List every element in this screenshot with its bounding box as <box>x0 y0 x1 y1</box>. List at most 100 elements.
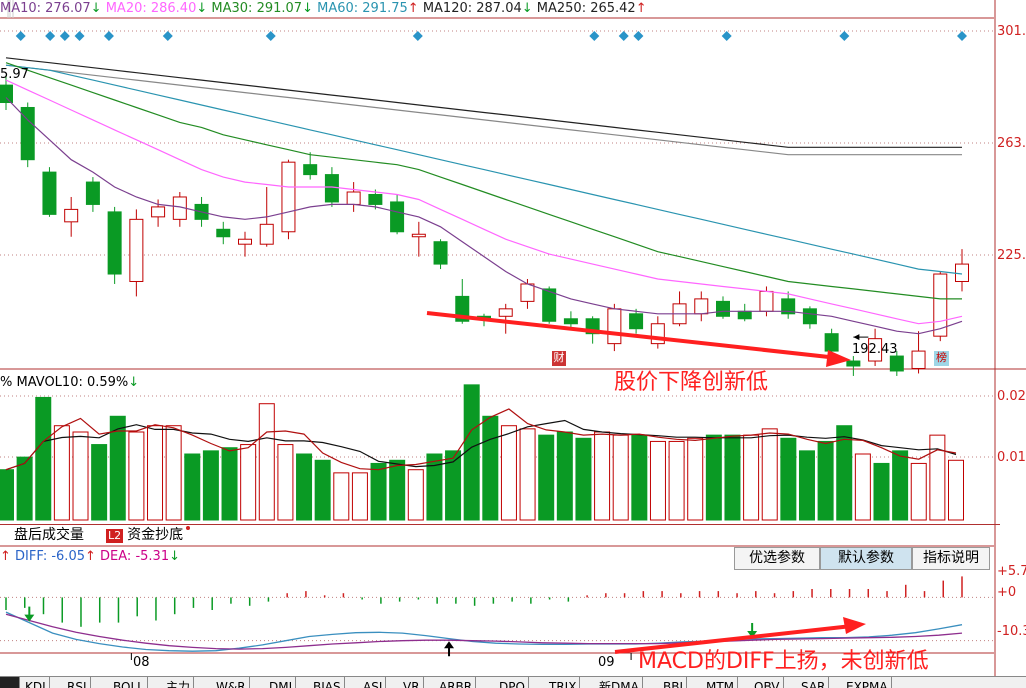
ma30-arrow-icon: ↓ <box>302 1 313 16</box>
volume-bar-down <box>817 440 834 521</box>
signal-diamond-icon <box>103 31 114 41</box>
up-candle <box>259 223 274 245</box>
down-candle <box>889 355 904 372</box>
ma250-arrow-icon: ↑ <box>635 1 647 16</box>
volume-bar-down <box>221 447 238 521</box>
volume-axis-label: 0.02 <box>997 389 1026 404</box>
volume-bar-up <box>240 444 257 521</box>
ma30-line <box>5 62 962 300</box>
volume-bar-down <box>463 384 480 521</box>
volume-bar-down <box>482 415 499 521</box>
tab-main-force[interactable]: 主力 <box>163 677 195 688</box>
ma20-arrow-icon: ↓ <box>196 1 208 16</box>
down-candle <box>737 310 752 320</box>
tab-bias[interactable]: BIAS <box>310 677 345 688</box>
volume-bar-up <box>668 440 685 521</box>
tab-kdj[interactable]: KDJ <box>22 677 50 688</box>
volume-bar-up <box>333 472 350 521</box>
signal-diamond-icon <box>265 31 276 41</box>
signal-diamond-icon <box>412 31 423 41</box>
up-candle <box>64 208 79 223</box>
signal-diamond-icon <box>162 31 173 41</box>
volume-bar-down <box>16 456 33 521</box>
down-candle <box>0 84 13 104</box>
up-candle <box>281 161 296 233</box>
down-candle <box>303 164 318 176</box>
up-candle <box>129 218 144 282</box>
up-candle <box>346 191 361 205</box>
dea-arrow-icon: ↓ <box>169 549 180 564</box>
tab-new-dma[interactable]: 新DMA <box>596 677 643 688</box>
tab-bbi[interactable]: BBI <box>660 677 688 688</box>
indicator-help-button[interactable]: 指标说明 <box>912 547 990 570</box>
up-candle <box>607 308 622 345</box>
signal-diamond-icon <box>957 31 967 41</box>
tab-dpo[interactable]: DPO <box>496 677 529 688</box>
down-candle <box>802 308 817 325</box>
volume-bar-down <box>798 450 815 521</box>
down-candle <box>107 211 122 275</box>
volume-bar-up <box>649 440 666 521</box>
tab-boll[interactable]: BOLL <box>110 677 148 688</box>
ma60-value: MA60: 291.75 <box>317 1 408 16</box>
price-axis-label: 263. <box>997 136 1026 151</box>
down-candle <box>42 171 57 215</box>
earnings-marker[interactable]: 财 <box>552 351 566 366</box>
volume-bar-down <box>556 431 573 521</box>
down-candle <box>85 181 100 205</box>
ma120-value: MA120: 287.04 <box>422 1 522 16</box>
default-params-button[interactable]: 默认参数 <box>820 547 912 570</box>
tab-expma[interactable]: EXPMA <box>843 677 892 688</box>
down-candle <box>542 288 557 322</box>
tab-vr[interactable]: VR <box>400 677 424 688</box>
ma250-line <box>5 64 962 156</box>
low-price-label: 192.43 <box>852 342 898 357</box>
volume-bar-up <box>165 425 182 521</box>
tab-asi[interactable]: ASI <box>360 677 387 688</box>
volume-bar-up <box>277 444 294 521</box>
tab-trix[interactable]: TRIX <box>546 677 581 688</box>
tab-sar[interactable]: SAR <box>798 677 830 688</box>
up-candle <box>520 283 535 302</box>
tab-mtm[interactable]: MTM <box>703 677 739 688</box>
ma-legend: MA10: 276.07↓ MA20: 286.40↓ MA30: 291.07… <box>0 2 647 16</box>
ma120-line <box>5 57 962 148</box>
tab-wr[interactable]: W&R <box>213 677 250 688</box>
tab-capital[interactable]: L2 资金抄底 <box>102 526 191 545</box>
macd-trend-arrowhead-icon <box>843 617 866 634</box>
volume-bar-up <box>854 453 871 521</box>
price-axis-label: 225. <box>997 248 1026 263</box>
up-candle <box>759 290 774 312</box>
macd-axis-label: -10.3 <box>997 624 1026 639</box>
volume-bar-down <box>35 396 52 521</box>
down-candle <box>324 174 339 203</box>
price-annotation: 股价下降创新低 <box>614 370 769 395</box>
preferred-params-button[interactable]: 优选参数 <box>734 547 820 570</box>
tab-capital-label: 资金抄底 <box>127 527 184 543</box>
rank-marker[interactable]: 榜 <box>934 351 949 366</box>
volume-bar-down <box>873 462 890 521</box>
mavol-value: MAVOL10: 0.59% <box>16 375 129 390</box>
tab-after-hours-volume[interactable]: 盘后成交量 <box>10 526 88 545</box>
tab-obv[interactable]: OBV <box>751 677 784 688</box>
volume-bar-down <box>314 459 331 521</box>
volume-bar-down <box>780 437 797 521</box>
tab-rsi[interactable]: RSI <box>64 677 91 688</box>
scroll-left-icon[interactable] <box>0 677 20 688</box>
macd-annotation: MACD的DIFF上扬，未创新低 <box>638 649 929 674</box>
up-candle <box>911 350 926 369</box>
macd-axis-label: +0 <box>997 585 1017 600</box>
down-candle <box>716 300 730 317</box>
signal-diamond-icon <box>59 31 70 41</box>
tab-dmi[interactable]: DMI <box>266 677 297 688</box>
volume-bar-up <box>500 425 517 521</box>
volume-bar-down <box>892 450 909 521</box>
down-candle <box>433 241 448 265</box>
down-candle <box>846 360 861 367</box>
volume-bar-up <box>72 431 89 521</box>
ma20-value: MA20: 286.40 <box>105 1 197 16</box>
ma10-line <box>5 97 963 335</box>
signal-diamond-icon <box>618 31 629 41</box>
volume-bar-down <box>538 434 555 521</box>
tab-arbr[interactable]: ARBR <box>436 677 477 688</box>
